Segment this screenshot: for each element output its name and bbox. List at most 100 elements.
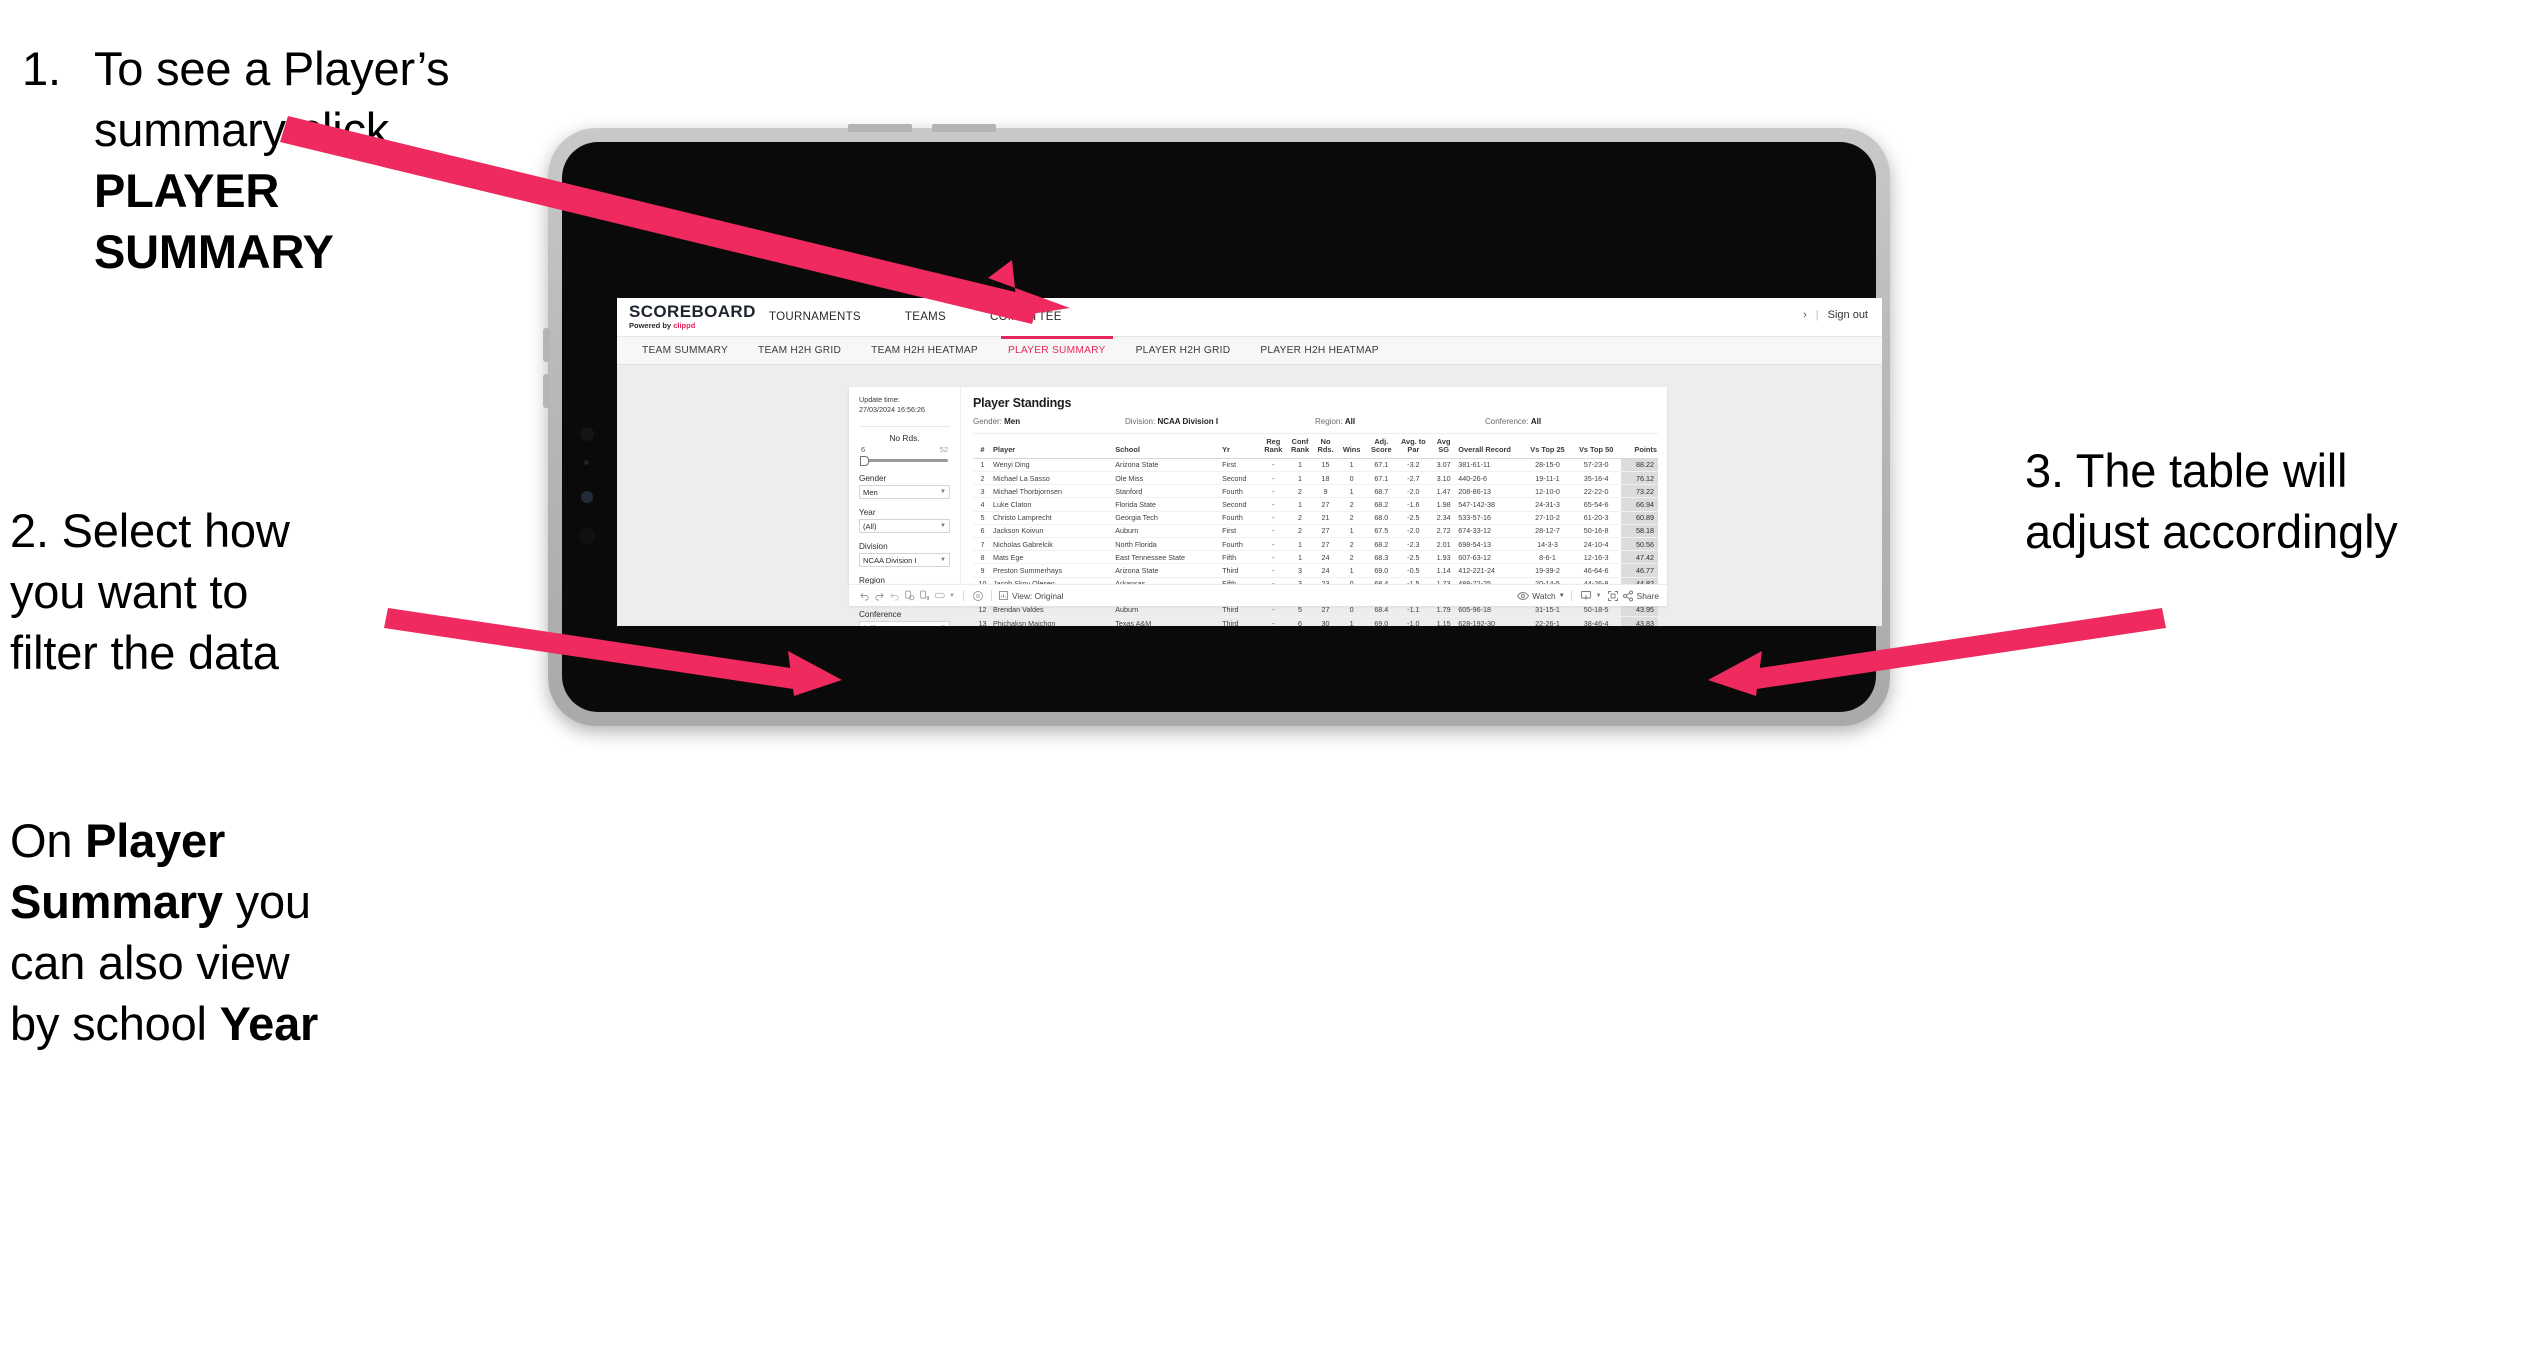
new-data-source-icon[interactable]	[932, 589, 947, 603]
refresh-icon[interactable]	[902, 589, 917, 603]
step-1-line-3: SUMMARY	[94, 221, 582, 282]
meta-conference: Conference: All	[1485, 417, 1541, 426]
column-header-avg-sg[interactable]: Avg SG	[1429, 437, 1458, 459]
no-rounds-range-labels: 6 52	[859, 445, 950, 454]
table-row[interactable]: 9 Preston Summerhays Arizona State Third -3 2…	[973, 563, 1658, 578]
table-row[interactable]: 7 Nicholas Gabrelcik North Florida Fourth -1…	[973, 537, 1658, 552]
tab-player-h2h-grid[interactable]: PLAYER H2H GRID	[1121, 337, 1246, 364]
tab-team-h2h-grid[interactable]: TEAM H2H GRID	[743, 337, 856, 364]
download-icon[interactable]	[1578, 589, 1594, 603]
top-menu-item-tournaments[interactable]: TOURNAMENTS	[747, 311, 883, 323]
table-cell: 27	[1313, 497, 1338, 512]
table-cell: 28-15-0	[1523, 458, 1572, 473]
table-cell: 46.77	[1621, 563, 1658, 578]
redo-icon[interactable]	[872, 589, 887, 603]
step-1-line-2: summary click PLAYER	[94, 99, 582, 221]
tab-team-summary[interactable]: TEAM SUMMARY	[627, 337, 743, 364]
table-cell: Jackson Koivun	[991, 524, 1115, 538]
filter-gender-select[interactable]: Men ▼	[859, 485, 950, 499]
tab-player-summary[interactable]: PLAYER SUMMARY	[993, 336, 1121, 364]
column-header-vs-top-50[interactable]: Vs Top 50	[1571, 438, 1622, 459]
column-header-overall-record[interactable]: Overall Record	[1457, 438, 1524, 459]
table-cell: Georgia Tech	[1114, 511, 1222, 525]
undo-icon[interactable]	[857, 589, 872, 603]
no-rounds-label: No Rds.	[889, 433, 920, 443]
table-row[interactable]: 8 Mats Ege East Tennessee State Fifth -1 24 2 6…	[973, 550, 1658, 565]
table-row[interactable]: 6 Jackson Koivun Auburn First -2 27 1 67.5 -2.0 2…	[973, 524, 1658, 538]
table-cell: 1	[1337, 458, 1366, 473]
column-header-wins[interactable]: Wins	[1337, 438, 1366, 459]
table-cell: 14-3-3	[1523, 537, 1572, 552]
column-header-school[interactable]: School	[1114, 438, 1222, 459]
table-cell: 381-61-11	[1457, 458, 1524, 473]
toolbar-divider-2	[991, 590, 992, 601]
table-cell: -	[1260, 616, 1287, 626]
top-menu-item-teams[interactable]: TEAMS	[883, 311, 968, 323]
meta-region-label: Region:	[1315, 417, 1343, 426]
sign-out-link[interactable]: Sign out	[1828, 309, 1868, 321]
table-cell: First	[1221, 524, 1261, 538]
step-2-line-3: filter the data	[10, 626, 279, 680]
column-header-no-rds[interactable]: No Rds.	[1313, 437, 1338, 459]
table-row[interactable]: 1 Wenyi Ding Arizona State First -1 15 1 67.1 -3…	[973, 458, 1658, 473]
table-cell: 9	[973, 563, 992, 578]
no-rounds-slider-handle[interactable]	[860, 456, 869, 466]
application-screen: SCOREBOARD Powered by clippd TOURNAMENTS…	[617, 298, 1882, 626]
filter-year-value: (All)	[863, 521, 877, 531]
table-row[interactable]: 4 Luke Claton Florida State Second -1 27 2 68.2…	[973, 497, 1658, 512]
table-cell: 18	[1313, 471, 1338, 486]
top-menu-item-committee[interactable]: COMMITTEE	[968, 311, 1084, 323]
tab-team-h2h-heatmap[interactable]: TEAM H2H HEATMAP	[856, 337, 993, 364]
revert-icon[interactable]	[887, 589, 902, 603]
column-header-[interactable]: #	[973, 438, 992, 459]
step-1-line-1: To see a Player’s	[94, 42, 450, 95]
table-row[interactable]: 2 Michael La Sasso Ole Miss Second -1 18 0 67.1…	[973, 471, 1658, 486]
watch-label: Watch	[1532, 590, 1556, 601]
step-2b-bold-summary: Summary	[10, 875, 223, 929]
table-cell: Christo Lamprecht	[991, 511, 1115, 525]
fullscreen-icon[interactable]	[1604, 589, 1622, 603]
watch-button[interactable]: Watch ▼	[1517, 590, 1565, 601]
pause-clock-icon[interactable]	[970, 589, 985, 603]
meta-division: Division: NCAA Division I	[1125, 417, 1315, 426]
account-icon[interactable]: ›	[1803, 309, 1807, 321]
filter-year-select[interactable]: (All) ▼	[859, 519, 950, 533]
table-cell: 15	[1313, 458, 1338, 473]
table-cell: 1	[1337, 524, 1366, 538]
column-header-reg-rank[interactable]: Reg Rank	[1260, 437, 1287, 459]
column-header-conf-rank[interactable]: Conf Rank	[1286, 437, 1314, 459]
column-header-vs-top-25[interactable]: Vs Top 25	[1523, 438, 1572, 459]
meta-division-value: NCAA Division I	[1157, 417, 1219, 426]
table-cell: Preston Summerhays	[991, 563, 1115, 578]
table-cell: 6	[1286, 616, 1314, 626]
column-header-player[interactable]: Player	[991, 438, 1115, 459]
column-header-avg-to-par[interactable]: Avg. to Par	[1396, 437, 1430, 459]
table-cell: 65-54-6	[1571, 497, 1622, 512]
column-header-points[interactable]: Points	[1621, 438, 1658, 459]
table-row[interactable]: 5 Christo Lamprecht Georgia Tech Fourth -2 21…	[973, 511, 1658, 525]
table-cell: -1.0	[1396, 616, 1430, 626]
step-2b-bold-player: Player	[85, 814, 226, 867]
meta-gender-value: Men	[1004, 417, 1021, 426]
column-header-yr[interactable]: Yr	[1221, 438, 1261, 459]
no-rounds-slider-track[interactable]	[859, 455, 950, 466]
column-header-adj-score[interactable]: Adj. Score	[1365, 437, 1397, 459]
filter-division-select[interactable]: NCAA Division I ▼	[859, 553, 950, 567]
no-rounds-slider[interactable]: 6 52	[859, 445, 950, 466]
top-right-actions: › | Sign out	[1803, 309, 1868, 321]
chevron-down-icon[interactable]: ▼	[1559, 593, 1565, 599]
table-cell: -	[1260, 524, 1287, 538]
table-cell: Fourth	[1221, 511, 1261, 525]
chevron-down-icon[interactable]: ▼	[1594, 589, 1604, 603]
pause-auto-update-icon[interactable]	[917, 589, 932, 603]
table-row[interactable]: 13 Phichaksn Maichon Texas A&M Third -6 30 1 69…	[973, 616, 1658, 626]
filter-panel: Update time: 27/03/2024 16:56:26 No Rds.…	[849, 387, 961, 626]
chevron-down-icon[interactable]: ▼	[947, 589, 957, 603]
update-time-label: Update time:	[859, 395, 900, 404]
view-original-button[interactable]: View: Original	[998, 590, 1064, 601]
top-navigation-bar: SCOREBOARD Powered by clippd TOURNAMENTS…	[617, 298, 1882, 337]
table-row[interactable]: 3 Michael Thorbjornsen Stanford Fourth -2 9 1 6…	[973, 484, 1658, 499]
filter-conference-select[interactable]: (All) ▼	[859, 621, 950, 626]
tab-player-h2h-heatmap[interactable]: PLAYER H2H HEATMAP	[1245, 337, 1393, 364]
share-button[interactable]: Share	[1622, 590, 1659, 602]
